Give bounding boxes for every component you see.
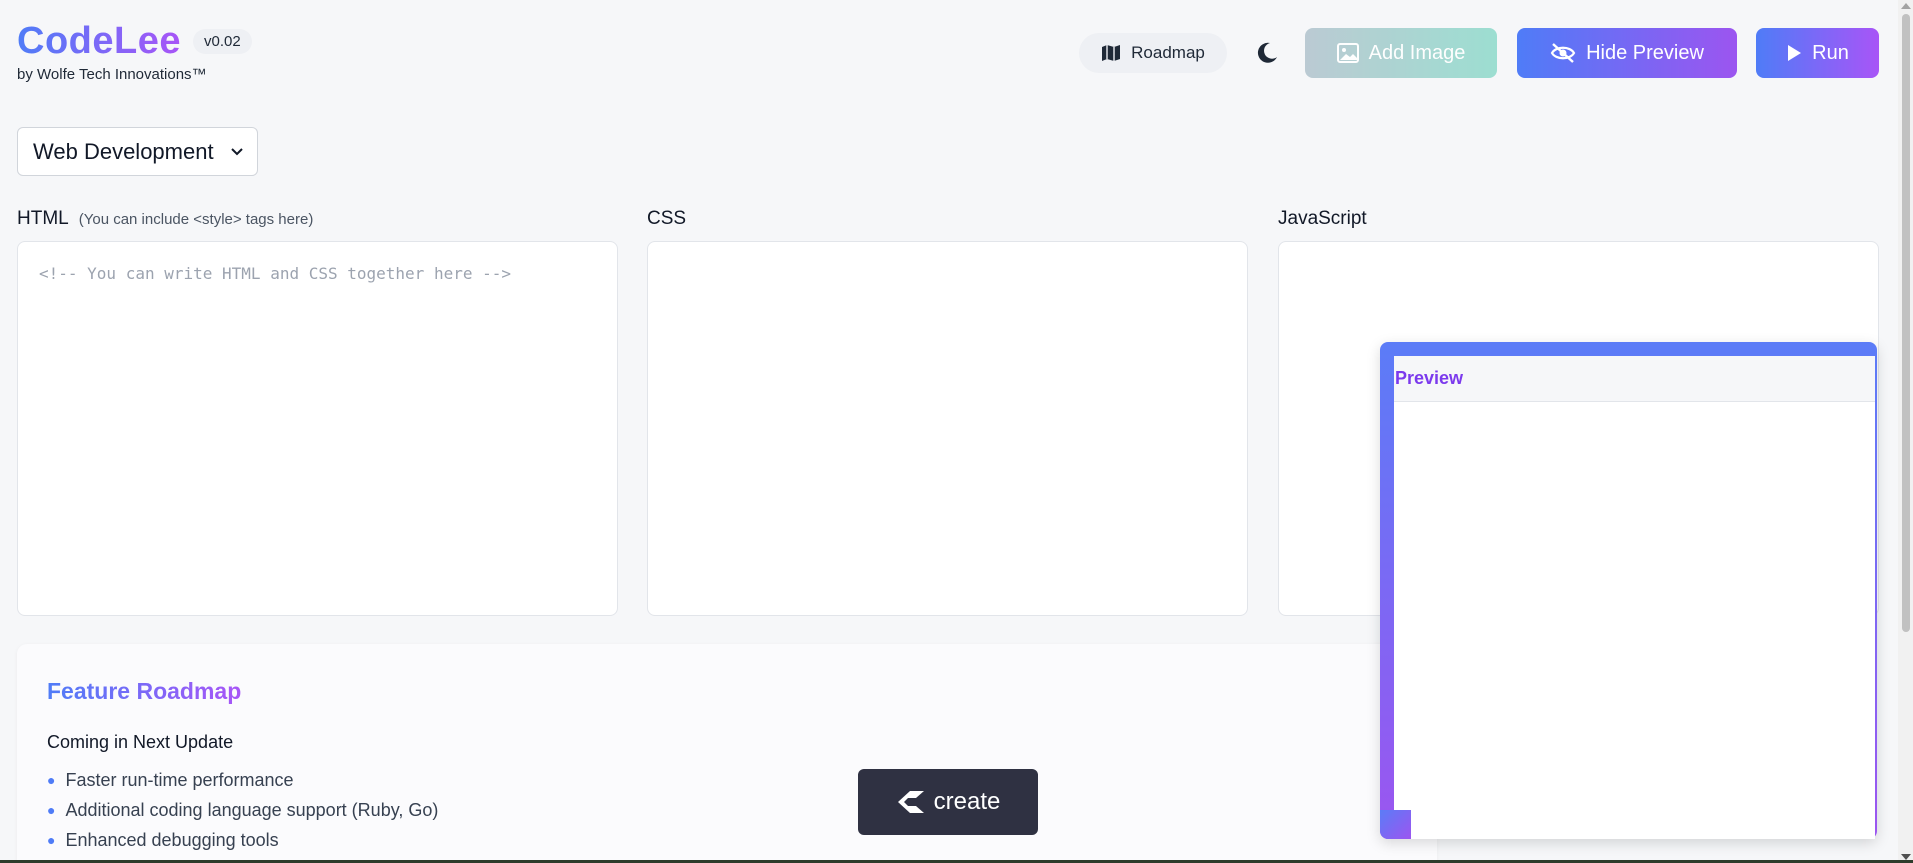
run-button[interactable]: Run [1756,28,1879,78]
js-label-text: JavaScript [1278,208,1367,229]
page-scrollbar[interactable] [1898,0,1913,863]
byline: by Wolfe Tech Innovations™ [17,66,207,83]
roadmap-title: Feature Roadmap [47,678,242,704]
preview-frame: Preview [1394,356,1875,839]
add-image-label: Add Image [1368,41,1466,64]
roadmap-subtitle: Coming in Next Update [47,732,234,752]
roadmap-list: ● Faster run-time performance ● Additional… [47,765,438,855]
create-label: create [933,788,1001,815]
hide-preview-button[interactable]: Hide Preview [1517,28,1737,78]
hide-preview-label: Hide Preview [1586,41,1704,64]
mode-select[interactable]: Web Development [17,127,258,176]
moon-icon [1257,42,1277,63]
css-editor-label: CSS [647,208,686,230]
bullet-icon: ● [47,772,56,788]
preview-title: Preview [1394,356,1875,402]
html-label-hint: (You can include <style> tags here) [78,211,314,228]
html-editor[interactable]: <!-- You can write HTML and CSS together… [17,241,618,616]
list-item-text: Faster run-time performance [65,769,294,790]
mode-select-value: Web Development [33,138,214,164]
create-button[interactable]: create [858,769,1038,835]
map-icon [1102,45,1121,61]
play-icon [1788,45,1802,61]
bullet-icon: ● [47,802,56,818]
brand: CodeLee v0.02 by Wolfe Tech Innovations™ [17,18,252,83]
version-badge: v0.02 [192,28,252,54]
roadmap-label: Roadmap [1131,43,1205,62]
run-label: Run [1812,41,1849,64]
scroll-up-arrow-icon[interactable] [1901,3,1911,9]
html-editor-placeholder: <!-- You can write HTML and CSS together… [39,264,512,283]
eye-slash-icon [1550,43,1576,63]
add-image-button[interactable]: Add Image [1305,28,1497,78]
resize-handle[interactable] [1380,810,1411,839]
dark-mode-toggle[interactable] [1250,36,1284,70]
css-editor[interactable] [647,241,1248,616]
css-label-text: CSS [647,208,687,229]
image-icon [1336,43,1359,63]
list-item-text: Enhanced debugging tools [65,829,279,850]
feature-roadmap-card: Feature Roadmap Coming in Next Update ● F… [17,644,1437,863]
list-item-text: Additional coding language support (Ruby… [65,799,439,820]
create-logo-icon [897,791,924,813]
html-editor-label: HTML (You can include <style> tags here) [17,208,313,230]
scroll-thumb[interactable] [1902,14,1910,632]
html-label-text: HTML [17,208,69,229]
list-item: ● Faster run-time performance [47,765,438,795]
roadmap-button[interactable]: Roadmap [1079,33,1227,73]
bullet-icon: ● [47,832,56,848]
preview-panel[interactable]: Preview [1380,342,1877,839]
app-page: CodeLee v0.02 by Wolfe Tech Innovations™… [0,0,1898,863]
js-editor-label: JavaScript [1278,208,1367,230]
list-item: ● Additional coding language support (Rub… [47,795,438,825]
chevron-down-icon [231,147,243,155]
app-logo: CodeLee [17,20,181,62]
list-item: ● Enhanced debugging tools [47,825,438,855]
